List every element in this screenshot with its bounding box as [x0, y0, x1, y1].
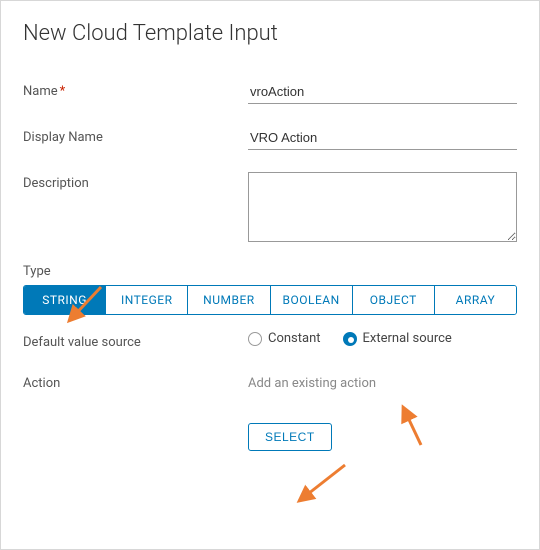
type-label: Type — [23, 264, 517, 279]
select-button[interactable]: SELECT — [248, 423, 332, 451]
radio-external[interactable]: External source — [343, 331, 452, 346]
tab-object[interactable]: OBJECT — [352, 286, 434, 314]
description-field[interactable] — [248, 172, 517, 242]
description-label: Description — [23, 172, 248, 191]
arrow-icon — [391, 401, 439, 449]
action-label: Action — [23, 372, 248, 391]
radio-dot-icon — [343, 332, 357, 346]
display-name-field[interactable] — [248, 126, 517, 150]
tab-number[interactable]: NUMBER — [187, 286, 269, 314]
radio-external-label: External source — [363, 331, 452, 346]
tab-integer[interactable]: INTEGER — [105, 286, 187, 314]
radio-constant[interactable]: Constant — [248, 331, 321, 346]
name-label: Name* — [23, 80, 248, 99]
name-field[interactable] — [248, 80, 517, 104]
display-name-label: Display Name — [23, 126, 248, 145]
action-placeholder: Add an existing action — [248, 372, 517, 391]
radio-dot-icon — [248, 332, 262, 346]
required-indicator-icon: * — [60, 84, 66, 99]
page-title: New Cloud Template Input — [23, 21, 517, 46]
default-source-label: Default value source — [23, 331, 248, 350]
type-tabs: STRING INTEGER NUMBER BOOLEAN OBJECT ARR… — [23, 285, 517, 315]
tab-boolean[interactable]: BOOLEAN — [270, 286, 352, 314]
tab-string[interactable]: STRING — [24, 286, 105, 314]
radio-constant-label: Constant — [268, 331, 321, 346]
arrow-icon — [291, 461, 351, 509]
tab-array[interactable]: ARRAY — [434, 286, 516, 314]
